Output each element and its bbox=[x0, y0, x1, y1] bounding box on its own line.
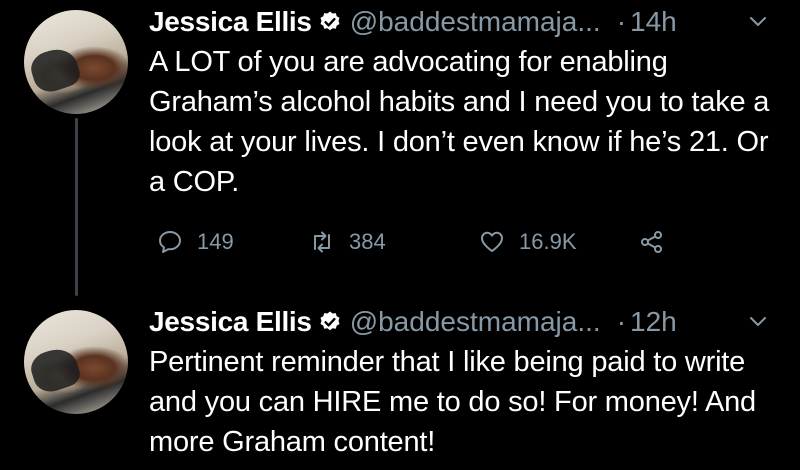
chevron-down-icon[interactable] bbox=[748, 12, 768, 32]
tweet-timestamp[interactable]: 12h bbox=[630, 306, 677, 338]
author-name[interactable]: Jessica Ellis bbox=[149, 306, 312, 338]
like-button[interactable]: 16.9K bbox=[479, 222, 577, 262]
author-handle[interactable]: @baddestmamaja... bbox=[350, 6, 601, 38]
reply-button[interactable]: 149 bbox=[157, 222, 234, 262]
tweet-actions: 149 384 16.9K bbox=[149, 222, 709, 262]
separator-dot: · bbox=[616, 306, 627, 337]
tweet-header: Jessica Ellis @baddestmamaja... · 14h bbox=[149, 4, 677, 40]
reply-count: 149 bbox=[197, 229, 234, 254]
tweet-header: Jessica Ellis @baddestmamaja... · 12h bbox=[149, 304, 677, 340]
tweet-timestamp[interactable]: 14h bbox=[630, 6, 677, 38]
tweet-1[interactable]: Jessica Ellis @baddestmamaja... · 14h A … bbox=[0, 0, 800, 300]
verified-badge-icon bbox=[320, 311, 340, 331]
retweet-button[interactable]: 384 bbox=[309, 222, 386, 262]
author-handle[interactable]: @baddestmamaja... bbox=[350, 306, 601, 338]
separator-dot: · bbox=[616, 6, 627, 37]
share-icon bbox=[641, 231, 662, 253]
reply-icon bbox=[159, 231, 181, 253]
heart-icon bbox=[481, 231, 503, 252]
author-avatar[interactable] bbox=[24, 310, 128, 414]
tweet-text: A LOT of you are advocating for enabling… bbox=[149, 46, 770, 198]
chevron-down-icon[interactable] bbox=[748, 312, 768, 332]
author-avatar[interactable] bbox=[24, 10, 128, 114]
retweet-count: 384 bbox=[349, 229, 386, 254]
like-count: 16.9K bbox=[519, 229, 577, 254]
tweet-text: Pertinent reminder that I like being pai… bbox=[149, 346, 756, 458]
retweet-icon bbox=[314, 231, 330, 253]
tweet-2[interactable]: Jessica Ellis @baddestmamaja... · 12h Pe… bbox=[0, 300, 800, 470]
author-name[interactable]: Jessica Ellis bbox=[149, 6, 312, 38]
share-button[interactable] bbox=[639, 222, 679, 262]
verified-badge-icon bbox=[320, 11, 340, 31]
